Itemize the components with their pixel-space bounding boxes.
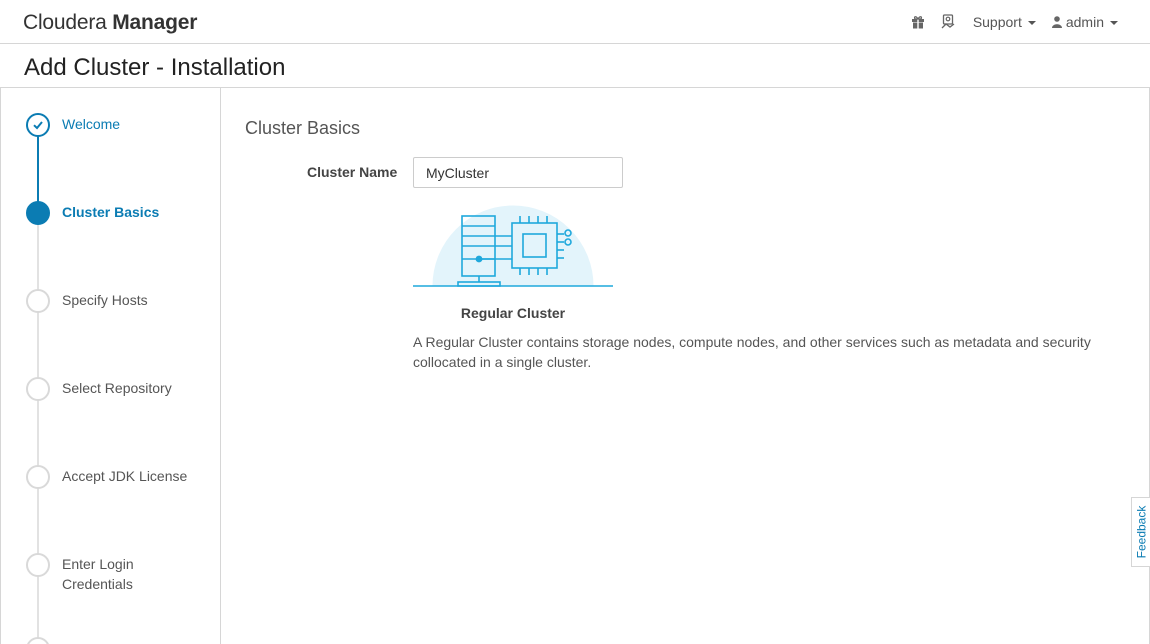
chevron-down-icon [1027,21,1036,25]
brand-name-bold: Manager [112,11,198,34]
check-circle-icon [26,113,50,137]
empty-step-circle-icon [26,377,50,401]
regular-cluster-description: A Regular Cluster contains storage nodes… [413,334,1091,370]
step-label: Cluster Basics [62,204,160,220]
empty-step-circle-icon [26,637,50,644]
wizard-steps-sidebar: Welcome Cluster Basics Specify Hosts Sel… [0,88,221,644]
step-label: Enter Login Credentials [62,556,134,592]
support-label: Support [972,14,1022,30]
top-navbar: Cloudera Manager Support admin [0,0,1150,44]
section-title: Cluster Basics [245,118,361,138]
top-right-menu: Support admin [903,0,1118,44]
step-label: Select Repository [62,380,172,396]
step-label: Welcome [62,116,121,132]
active-step-circle-icon [26,201,50,225]
brand-logo[interactable]: Cloudera Manager [23,11,197,35]
user-icon [1051,16,1062,28]
regular-cluster-illustration[interactable] [413,200,613,300]
support-dropdown[interactable]: Support [973,14,1036,30]
wizard-content: Cluster Basics Cluster Name MyCluster Re… [221,88,1150,644]
step-label: Specify Hosts [62,292,148,308]
empty-step-circle-icon [26,553,50,577]
chevron-down-icon [1110,21,1118,25]
step-label: Accept JDK License [62,468,188,484]
gift-icon[interactable] [903,0,933,44]
wizard-frame: Welcome Cluster Basics Specify Hosts Sel… [0,87,1150,644]
feedback-label: Feedback [1134,505,1149,559]
cluster-name-label: Cluster Name [307,164,398,180]
admin-label: admin [1065,14,1104,30]
regular-cluster-caption: Regular Cluster [460,305,566,321]
empty-step-circle-icon [26,289,50,313]
brand-name-light: Cloudera [23,11,107,34]
page-title: Add Cluster - Installation [24,54,286,81]
feedback-tab[interactable]: Feedback [1131,497,1150,567]
admin-dropdown[interactable]: admin [1051,14,1118,30]
support-person-icon[interactable] [933,0,963,44]
cluster-name-input[interactable] [413,157,623,188]
empty-step-circle-icon [26,465,50,489]
